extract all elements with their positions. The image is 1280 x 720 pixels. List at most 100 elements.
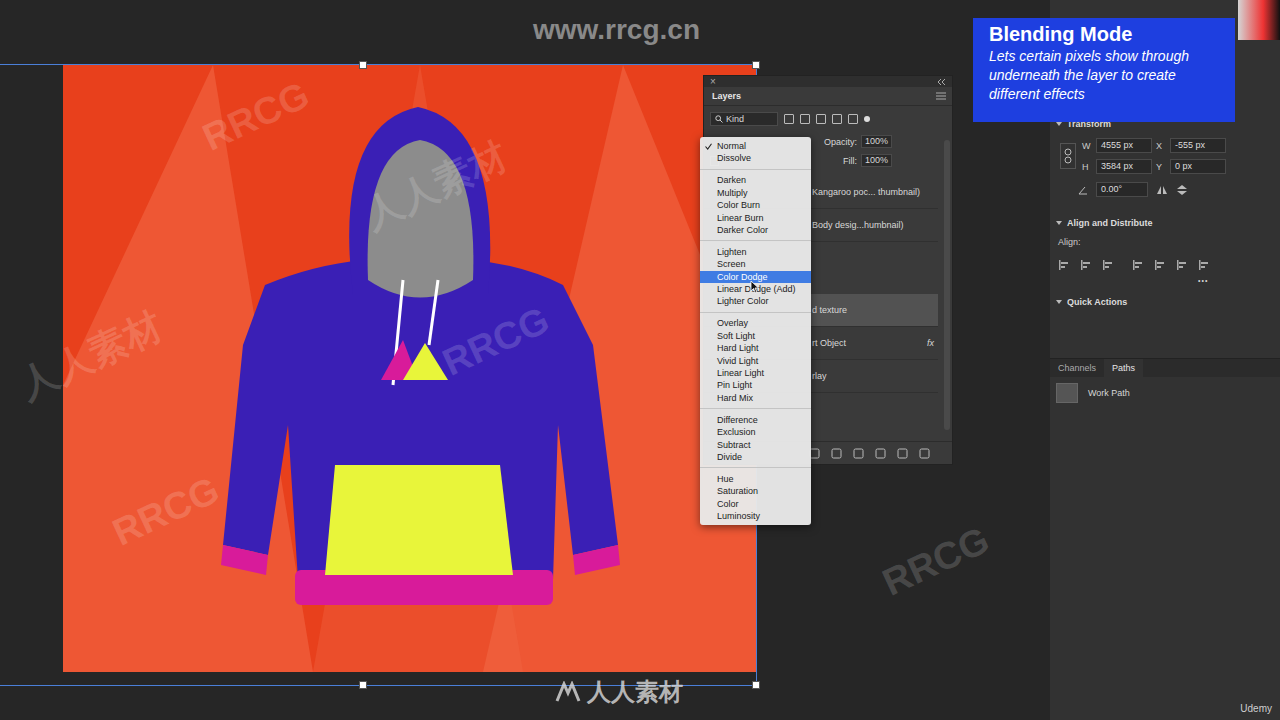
layers-tab[interactable]: Layers	[712, 91, 741, 101]
more-options-button[interactable]: •••	[1050, 271, 1280, 284]
menu-separator	[700, 169, 811, 170]
x-field[interactable]: -555 px	[1170, 138, 1226, 153]
layer-action-icon[interactable]	[853, 448, 864, 459]
check-icon	[705, 143, 712, 150]
watermark-brand: 人人素材	[555, 676, 683, 708]
angle-icon	[1078, 185, 1088, 195]
scrollbar[interactable]	[944, 140, 950, 430]
align-icon[interactable]	[1132, 259, 1144, 271]
menu-item[interactable]: Dissolve	[700, 152, 811, 164]
brand-logo-icon	[555, 681, 581, 703]
filter-toggle-icon[interactable]	[864, 116, 870, 122]
watermark: RRCG	[876, 518, 996, 604]
menu-item[interactable]: Darker Color	[700, 224, 811, 236]
filter-type-icon[interactable]	[848, 114, 858, 124]
panel-menu-icon[interactable]	[936, 92, 946, 100]
filter-type-icon[interactable]	[832, 114, 842, 124]
menu-item[interactable]: Multiply	[700, 187, 811, 199]
menu-item[interactable]: Divide	[700, 451, 811, 463]
panel-tab[interactable]: Paths	[1104, 359, 1143, 377]
link-icon[interactable]	[1060, 143, 1076, 169]
y-field[interactable]: 0 px	[1170, 159, 1226, 174]
transform-handle[interactable]	[752, 681, 760, 689]
align-header[interactable]: Align and Distribute	[1050, 215, 1280, 231]
layer-action-icon[interactable]	[919, 448, 930, 459]
menu-item[interactable]: Color	[700, 498, 811, 510]
filter-kind-dropdown[interactable]: Kind	[710, 112, 778, 126]
menu-item[interactable]: Linear Light	[700, 367, 811, 379]
align-icon[interactable]	[1058, 259, 1070, 271]
collapse-icon[interactable]	[936, 78, 946, 86]
watermark: 人人素材	[11, 300, 170, 410]
transform-bounding-box[interactable]	[0, 64, 757, 686]
flip-horizontal-icon[interactable]	[1156, 185, 1168, 195]
align-icon[interactable]	[1176, 259, 1188, 271]
color-picker-swatch[interactable]	[1238, 0, 1280, 40]
document-canvas[interactable]	[63, 65, 757, 672]
channels-paths-panel: ChannelsPaths Work Path	[1050, 358, 1280, 409]
chevron-icon	[1056, 300, 1062, 304]
watermark: RRCG	[196, 73, 316, 159]
opacity-field[interactable]: 100%	[861, 135, 892, 148]
menu-item[interactable]: Linear Burn	[700, 212, 811, 224]
menu-item[interactable]: Color Dodge	[700, 271, 811, 283]
menu-item[interactable]: Lighten	[700, 246, 811, 258]
layer-action-icon[interactable]	[875, 448, 886, 459]
width-field[interactable]: 4555 px	[1096, 138, 1152, 153]
menu-item[interactable]: Luminosity	[700, 510, 811, 522]
blending-mode-callout: Blending Mode Lets certain pixels show t…	[973, 18, 1235, 122]
align-icon[interactable]	[1102, 259, 1114, 271]
align-icon[interactable]	[1154, 259, 1166, 271]
menu-separator	[700, 240, 811, 241]
menu-item[interactable]: Normal	[700, 140, 811, 152]
mouse-cursor-icon	[750, 280, 760, 294]
filter-type-icon[interactable]	[784, 114, 794, 124]
close-button[interactable]: ×	[710, 76, 716, 87]
layer-action-icon[interactable]	[897, 448, 908, 459]
menu-separator	[700, 467, 811, 468]
photoshop-screen: Transform W4555 px X-555 px H3584 px Y0 …	[0, 0, 1280, 720]
height-field[interactable]: 3584 px	[1096, 159, 1152, 174]
menu-item[interactable]: Difference	[700, 414, 811, 426]
menu-item[interactable]: Subtract	[700, 439, 811, 451]
menu-item[interactable]: Color Burn	[700, 199, 811, 211]
quick-actions-header[interactable]: Quick Actions	[1050, 294, 1280, 310]
menu-item[interactable]: Soft Light	[700, 330, 811, 342]
watermark-site: www.rrcg.cn	[533, 14, 700, 46]
watermark: RRCG	[436, 298, 556, 384]
platform-watermark: Udemy	[1240, 703, 1272, 714]
transform-handle[interactable]	[359, 61, 367, 69]
menu-item[interactable]: Hard Light	[700, 342, 811, 354]
menu-separator	[700, 312, 811, 313]
filter-type-icon[interactable]	[800, 114, 810, 124]
flip-vertical-icon[interactable]	[1176, 184, 1188, 196]
align-icon[interactable]	[1198, 259, 1210, 271]
align-icon[interactable]	[1080, 259, 1092, 271]
transform-handle[interactable]	[359, 681, 367, 689]
watermark: RRCG	[106, 468, 226, 554]
menu-item[interactable]: Exclusion	[700, 426, 811, 438]
panel-tab[interactable]: Channels	[1050, 359, 1104, 377]
menu-item[interactable]: Vivid Light	[700, 355, 811, 367]
layer-action-icon[interactable]	[831, 448, 842, 459]
chevron-icon	[1056, 122, 1062, 126]
chevron-icon	[1056, 221, 1062, 225]
blend-mode-menu: Normal Dissolve Darken Multiply Color Bu…	[700, 137, 811, 525]
filter-type-icon[interactable]	[816, 114, 826, 124]
menu-item[interactable]: Hard Mix	[700, 392, 811, 404]
menu-separator	[700, 408, 811, 409]
menu-item[interactable]: Overlay	[700, 317, 811, 329]
fill-field[interactable]: 100%	[861, 154, 892, 167]
menu-item[interactable]: Saturation	[700, 485, 811, 497]
menu-item[interactable]: Screen	[700, 258, 811, 270]
menu-item[interactable]: Darken	[700, 174, 811, 186]
layer-effects-badge[interactable]: fx	[927, 338, 938, 348]
transform-handle[interactable]	[752, 61, 760, 69]
menu-item[interactable]: Lighter Color	[700, 295, 811, 307]
angle-field[interactable]: 0.00°	[1096, 182, 1148, 197]
watermark: 人人素材	[356, 130, 515, 240]
path-row[interactable]: Work Path	[1050, 377, 1280, 409]
menu-item[interactable]: Hue	[700, 473, 811, 485]
path-thumbnail	[1056, 383, 1078, 403]
menu-item[interactable]: Pin Light	[700, 379, 811, 391]
